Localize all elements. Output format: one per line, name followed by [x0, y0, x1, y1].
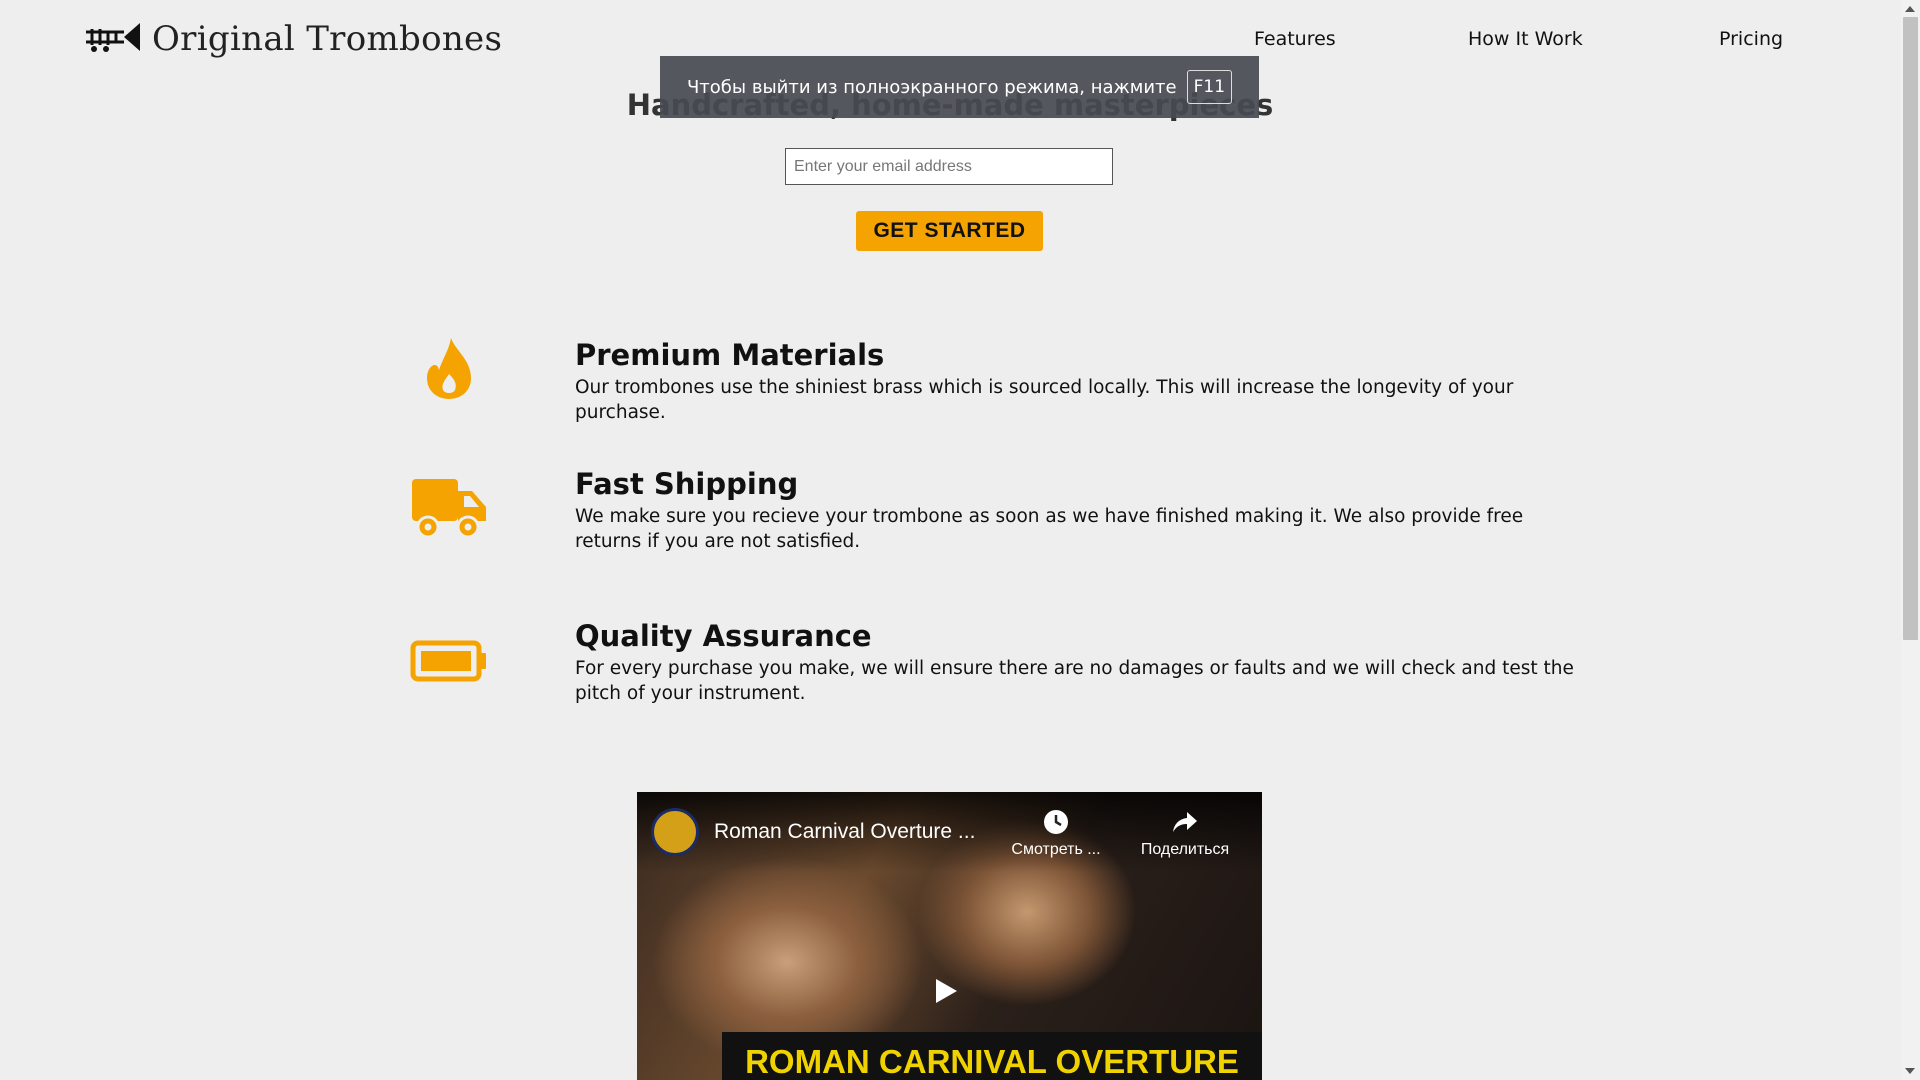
- feature-desc-quality-assurance: For every purchase you make, we will ens…: [575, 658, 1574, 704]
- nav-item-features[interactable]: Features: [1254, 28, 1336, 56]
- watch-later-label: Смотреть ...: [1011, 841, 1101, 858]
- channel-avatar[interactable]: [651, 808, 699, 856]
- feature-title-premium-materials: Premium Materials: [575, 338, 885, 372]
- fullscreen-key-badge: F11: [1186, 70, 1233, 104]
- nav-link-features[interactable]: Features: [1254, 28, 1336, 50]
- fire-icon: [407, 332, 491, 404]
- play-icon[interactable]: [933, 977, 959, 1010]
- share-button[interactable]: Поделиться: [1131, 808, 1239, 859]
- share-icon: [1131, 808, 1239, 841]
- watch-later-button[interactable]: Смотреть ...: [1007, 808, 1105, 859]
- video-banner: ROMAN CARNIVAL OVERTURE: [722, 1032, 1262, 1080]
- nav-link-pricing[interactable]: Pricing: [1719, 28, 1783, 50]
- email-input[interactable]: [785, 148, 1113, 185]
- scrollbar-thumb[interactable]: [1903, 17, 1918, 640]
- feature-title-quality-assurance: Quality Assurance: [575, 619, 872, 653]
- feature-title-fast-shipping: Fast Shipping: [575, 467, 799, 501]
- fullscreen-exit-notice: Чтобы выйти из полноэкранного режима, на…: [660, 56, 1259, 118]
- feature-desc-premium-materials: Our trombones use the shiniest brass whi…: [575, 377, 1514, 423]
- feature-desc-fast-shipping: We make sure you recieve your trombone a…: [575, 506, 1524, 552]
- brand-logo[interactable]: Original Trombones: [84, 14, 502, 64]
- clock-icon: [1007, 808, 1105, 841]
- trombone-icon: [84, 19, 142, 60]
- scroll-down-arrow-icon[interactable]: [1905, 1068, 1915, 1074]
- get-started-button[interactable]: GET STARTED: [856, 211, 1043, 251]
- vertical-scrollbar[interactable]: [1901, 0, 1920, 1080]
- fullscreen-notice-text: Чтобы выйти из полноэкранного режима, на…: [686, 76, 1177, 98]
- embedded-video-player[interactable]: Roman Carnival Overture ... Смотреть ...…: [637, 792, 1262, 1080]
- truck-icon: [407, 472, 491, 544]
- battery-icon: [407, 625, 491, 697]
- nav-item-pricing[interactable]: Pricing: [1719, 28, 1783, 56]
- scroll-up-arrow-icon[interactable]: [1905, 6, 1915, 12]
- share-label: Поделиться: [1140, 841, 1230, 858]
- nav-link-how-it-work[interactable]: How It Work: [1468, 28, 1583, 50]
- video-title[interactable]: Roman Carnival Overture ...: [714, 820, 975, 844]
- nav-item-how-it-work[interactable]: How It Work: [1468, 28, 1583, 56]
- brand-name: Original Trombones: [152, 19, 503, 59]
